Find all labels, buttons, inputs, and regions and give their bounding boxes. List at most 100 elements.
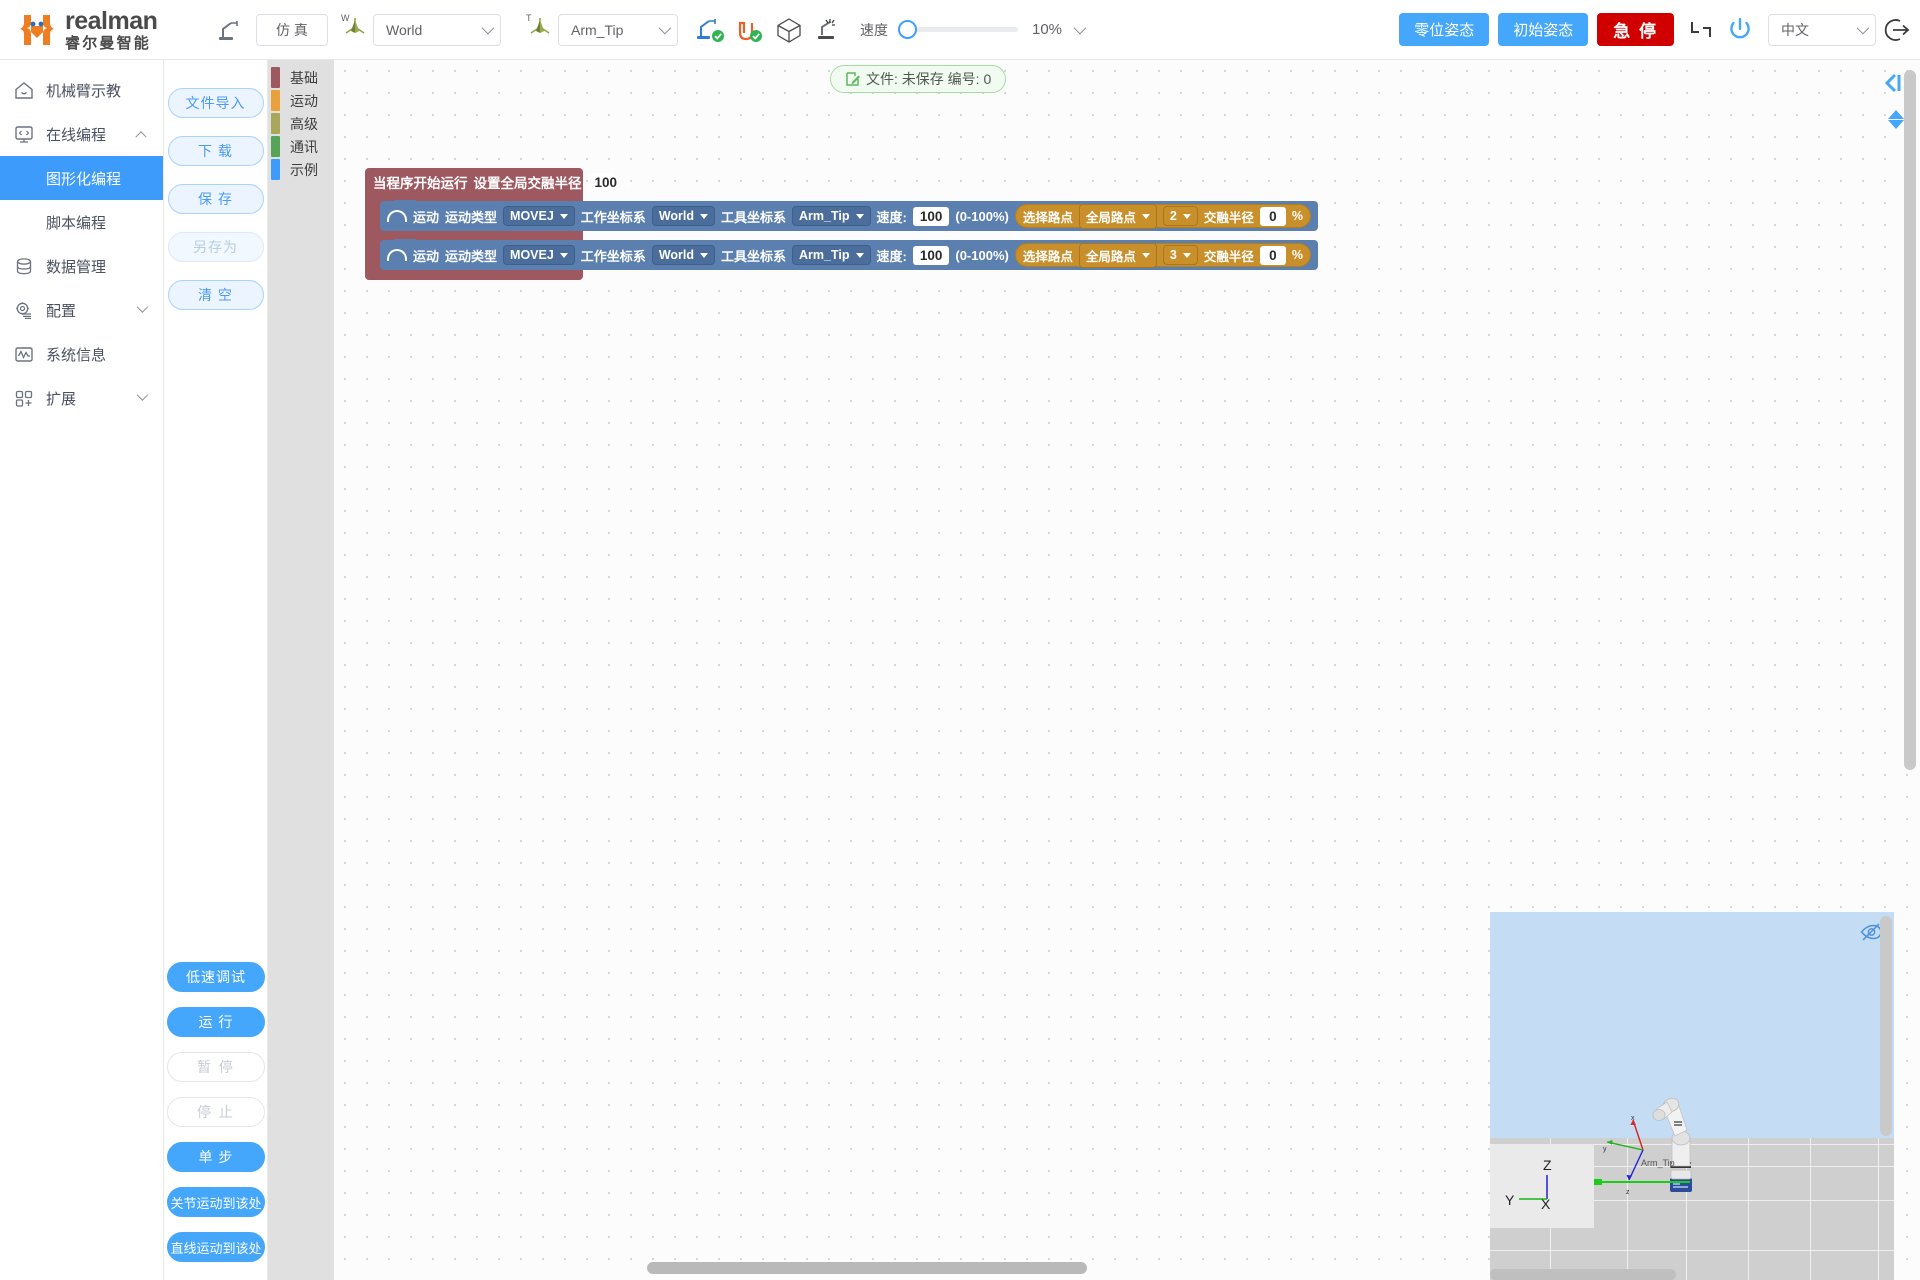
chevron-down-icon: [855, 213, 864, 219]
robot-connected-icon[interactable]: [694, 13, 728, 47]
logout-icon[interactable]: [1876, 13, 1920, 47]
eye-off-icon[interactable]: [1860, 922, 1882, 947]
save-as-button[interactable]: 另存为: [167, 232, 264, 262]
clear-button[interactable]: 清 空: [167, 280, 264, 310]
tool-frame-dropdown[interactable]: Arm_Tip: [792, 245, 871, 265]
joint-move-here-button[interactable]: 关节运动到该处: [167, 1187, 265, 1217]
category-advanced[interactable]: 高级: [268, 112, 334, 135]
cable-connected-icon[interactable]: [732, 13, 766, 47]
global-blend-radius-input[interactable]: 100: [587, 172, 617, 192]
category-communication[interactable]: 通讯: [268, 135, 334, 158]
waypoint-source-dropdown[interactable]: 全局路点: [1078, 242, 1157, 268]
sidebar-item-extensions[interactable]: 扩展: [0, 376, 163, 420]
file-status-text: 文件: 未保存 编号: 0: [866, 71, 992, 87]
viewport-vertical-scrollbar[interactable]: [1880, 916, 1892, 1136]
collapse-left-icon[interactable]: [1882, 72, 1904, 99]
joint-angle-icon[interactable]: [1684, 13, 1718, 47]
simulation-mode-button[interactable]: 仿 真: [256, 13, 328, 46]
clear-label: 清 空: [198, 287, 233, 303]
workspace-scroll-arrows[interactable]: [1888, 110, 1904, 129]
motion-block-2[interactable]: 运动 运动类型 MOVEJ 工作坐标系 World 工具坐标系 Arm_Tip …: [380, 239, 1318, 270]
chevron-up-icon: [135, 131, 147, 143]
single-step-button[interactable]: 单 步: [167, 1142, 265, 1172]
arm-tip-label: Arm_Tip: [1641, 1158, 1675, 1168]
tool-frame-select[interactable]: Arm_Tip: [558, 13, 678, 46]
triangle-down-icon[interactable]: [1888, 120, 1904, 129]
blend-radius-input[interactable]: 0: [1259, 245, 1286, 265]
waypoint-source-value: 全局路点: [1085, 210, 1136, 225]
sidebar-item-configuration[interactable]: 配置: [0, 288, 163, 332]
waypoint-group-1[interactable]: 选择路点 全局路点 2 交融半径 0 %: [1014, 203, 1311, 229]
download-button[interactable]: 下 载: [167, 136, 264, 166]
speed-range-hint: (0-100%): [955, 247, 1009, 263]
motion-type-dropdown[interactable]: MOVEJ: [503, 245, 575, 265]
import-file-button[interactable]: 文件导入: [167, 88, 264, 118]
sidebar-item-data-management[interactable]: 数据管理: [0, 244, 163, 288]
work-frame-dropdown[interactable]: World: [651, 206, 715, 226]
database-icon: [14, 256, 38, 276]
category-color-swatch: [271, 113, 280, 134]
world-axis-line: [1590, 1179, 1690, 1185]
percent-symbol: %: [619, 174, 632, 190]
collision-icon[interactable]: [812, 13, 846, 47]
speed-dropdown-chevron-icon[interactable]: [1073, 21, 1087, 35]
low-speed-debug-button[interactable]: 低速调试: [167, 962, 265, 992]
cube-icon[interactable]: [772, 13, 806, 47]
triangle-up-icon[interactable]: [1888, 110, 1904, 119]
pause-button[interactable]: 暂 停: [167, 1052, 265, 1082]
sidebar-item-graphical-programming[interactable]: 图形化编程: [0, 156, 163, 200]
speed-input[interactable]: 100: [912, 245, 950, 265]
emergency-stop-label: 急 停: [1613, 22, 1658, 41]
category-motion[interactable]: 运动: [268, 89, 334, 112]
power-icon[interactable]: [1722, 13, 1758, 47]
motion-type-dropdown[interactable]: MOVEJ: [503, 206, 575, 226]
speed-range-hint: (0-100%): [955, 208, 1009, 224]
workspace-vertical-scrollbar[interactable]: [1904, 70, 1916, 770]
waypoint-index-dropdown[interactable]: 3: [1162, 245, 1198, 265]
sidebar-item-script-programming[interactable]: 脚本编程: [0, 200, 163, 244]
init-pose-button[interactable]: 初始姿态: [1498, 13, 1589, 46]
simulation-label: 仿 真: [276, 21, 308, 38]
work-frame-select[interactable]: World: [373, 13, 501, 46]
save-button[interactable]: 保 存: [167, 184, 264, 214]
tool-frame-dropdown[interactable]: Arm_Tip: [792, 206, 871, 226]
linear-move-here-label: 直线运动到该处: [170, 1240, 262, 1256]
file-status-badge[interactable]: 文件: 未保存 编号: 0: [830, 65, 1007, 93]
world-axis-indicator: Z Y X: [1490, 1144, 1594, 1228]
language-select[interactable]: 中文: [1768, 13, 1876, 46]
sidebar-item-system-info[interactable]: 系统信息: [0, 332, 163, 376]
speed-slider-knob[interactable]: [898, 20, 917, 39]
blockly-workspace[interactable]: 文件: 未保存 编号: 0 当程序开始运行 设置全局交融半径 100 % 运动 …: [334, 60, 1920, 1280]
category-color-swatch: [271, 136, 280, 157]
motion-block-1[interactable]: 运动 运动类型 MOVEJ 工作坐标系 World 工具坐标系 Arm_Tip …: [380, 200, 1318, 231]
run-button[interactable]: 运 行: [167, 1007, 265, 1037]
zero-pose-button[interactable]: 零位姿态: [1399, 13, 1490, 46]
waypoint-group-2[interactable]: 选择路点 全局路点 3 交融半径 0 %: [1014, 242, 1311, 268]
category-label: 基础: [290, 69, 318, 86]
blend-radius-input[interactable]: 0: [1259, 206, 1286, 226]
category-basic[interactable]: 基础: [268, 66, 334, 89]
stop-button[interactable]: 停 止: [167, 1097, 265, 1127]
workspace-horizontal-scroll-thumb[interactable]: [647, 1262, 1087, 1274]
percent-symbol: %: [1291, 248, 1303, 262]
work-frame-value: World: [658, 248, 694, 262]
program-start-label: 当程序开始运行: [373, 176, 468, 191]
emergency-stop-button[interactable]: 急 停: [1597, 13, 1674, 46]
sidebar-sub-label: 图形化编程: [46, 170, 122, 188]
3d-simulation-viewport[interactable]: x y z Arm_Tip Z Y X: [1490, 912, 1894, 1280]
robot-arm-icon[interactable]: [214, 13, 248, 47]
work-frame-dropdown[interactable]: World: [651, 245, 715, 265]
viewport-horizontal-scrollbar[interactable]: [1490, 1269, 1676, 1280]
speed-slider[interactable]: [898, 20, 1018, 40]
sidebar-item-label: 数据管理: [46, 258, 107, 276]
sidebar-item-online-programming[interactable]: 在线编程: [0, 112, 163, 156]
speed-input[interactable]: 100: [912, 206, 950, 226]
waypoint-source-dropdown[interactable]: 全局路点: [1078, 203, 1157, 229]
speed-label: 速度:: [876, 248, 907, 264]
linear-move-here-button[interactable]: 直线运动到该处: [167, 1232, 265, 1262]
chevron-down-icon: [1182, 213, 1191, 219]
sidebar-item-teaching[interactable]: 机械臂示教: [0, 68, 163, 112]
category-examples[interactable]: 示例: [268, 158, 334, 181]
waypoint-index-dropdown[interactable]: 2: [1162, 206, 1198, 226]
block-category-strip: 基础 运动 高级 通讯 示例: [268, 60, 334, 1280]
